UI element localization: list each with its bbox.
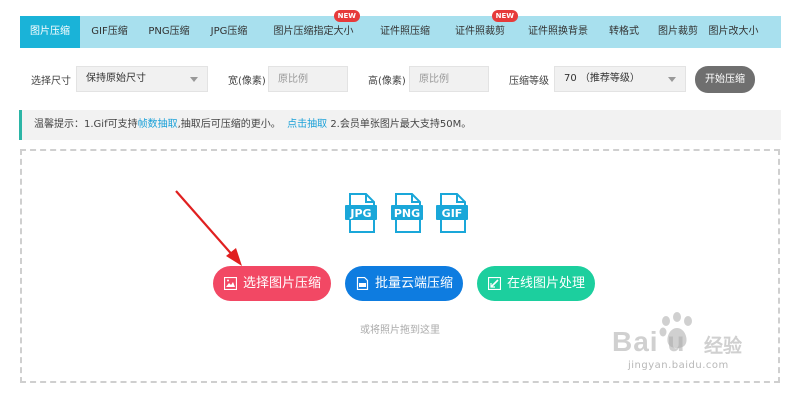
- notice-bar: 温馨提示：1.Gif可支持帧数抽取,抽取后可压缩的更小。 点击抽取 2.会员单张…: [19, 110, 781, 140]
- tab-label: 图片压缩指定大小: [273, 26, 354, 37]
- image-icon: [224, 277, 237, 290]
- tab-label: JPG压缩: [210, 26, 248, 37]
- watermark-subtitle: 经验: [704, 335, 743, 357]
- tab-image-compress[interactable]: 图片压缩: [20, 16, 80, 48]
- tab-convert-format[interactable]: 转格式: [598, 16, 650, 48]
- size-select-value: 保持原始尺寸: [86, 73, 146, 84]
- level-label: 压缩等级: [509, 76, 549, 87]
- select-image-compress-button[interactable]: 选择图片压缩: [213, 266, 331, 301]
- notice-text: 温馨提示：1.Gif可支持: [34, 119, 138, 130]
- tab-bar: 图片压缩 GIF压缩 PNG压缩 JPG压缩 图片压缩指定大小 NEW 证件照压缩…: [20, 10, 781, 48]
- tab-label: PNG压缩: [148, 26, 190, 37]
- gif-file-icon: GIF: [436, 193, 468, 233]
- tab-id-photo-compress[interactable]: 证件照压缩: [368, 16, 442, 48]
- tab-id-photo-crop[interactable]: 证件照裁剪 NEW: [442, 10, 518, 48]
- batch-cloud-compress-button[interactable]: 批量云端压缩: [345, 266, 463, 301]
- width-label: 宽(像素): [228, 76, 266, 87]
- tab-label: 图片裁剪: [658, 26, 698, 37]
- tab-gif-compress[interactable]: GIF压缩: [80, 16, 139, 48]
- size-label: 选择尺寸: [31, 76, 71, 87]
- tab-label: 证件照换背景: [528, 26, 588, 37]
- tab-label: GIF压缩: [91, 26, 128, 37]
- tab-label: 转格式: [609, 26, 639, 37]
- jpg-label: JPG: [349, 207, 371, 220]
- size-select[interactable]: 保持原始尺寸: [76, 66, 208, 92]
- level-select[interactable]: 70 （推荐等级）: [554, 66, 686, 92]
- button-label: 选择图片压缩: [243, 276, 322, 291]
- png-label: PNG: [394, 207, 420, 220]
- chevron-down-icon: [668, 77, 676, 82]
- tab-label: 图片压缩: [30, 26, 70, 37]
- height-input[interactable]: [409, 66, 489, 92]
- tab-image-crop[interactable]: 图片裁剪: [650, 16, 706, 48]
- click-extract-link[interactable]: 点击抽取: [287, 119, 327, 130]
- edit-image-icon: [488, 277, 501, 290]
- tab-label: 图片改大小: [708, 26, 759, 37]
- zip-file-icon: [356, 277, 369, 290]
- button-label: 在线图片处理: [507, 276, 586, 291]
- new-badge: NEW: [491, 10, 518, 22]
- button-label: 批量云端压缩: [375, 276, 454, 291]
- tab-compress-to-size[interactable]: 图片压缩指定大小 NEW: [259, 10, 368, 48]
- watermark-url: jingyan.baidu.com: [628, 360, 729, 371]
- tab-image-resize[interactable]: 图片改大小: [706, 16, 761, 48]
- new-badge: NEW: [333, 10, 360, 22]
- notice-text: ,抽取后可压缩的更小。: [177, 119, 281, 130]
- start-compress-button[interactable]: 开始压缩: [695, 66, 755, 93]
- width-input[interactable]: [268, 66, 348, 92]
- tab-label: 证件照裁剪: [455, 26, 505, 37]
- tab-png-compress[interactable]: PNG压缩: [139, 16, 199, 48]
- gif-label: GIF: [442, 207, 463, 220]
- online-image-process-button[interactable]: 在线图片处理: [477, 266, 595, 301]
- png-file-icon: PNG: [391, 193, 423, 233]
- baidu-paw-icon: [659, 312, 692, 348]
- tab-label: 证件照压缩: [380, 26, 430, 37]
- frame-extract-link[interactable]: 帧数抽取: [138, 119, 178, 130]
- height-label: 高(像素): [368, 76, 406, 87]
- level-select-value: 70 （推荐等级）: [564, 73, 640, 84]
- tab-jpg-compress[interactable]: JPG压缩: [199, 16, 259, 48]
- notice-text: 2.会员单张图片最大支持50M。: [327, 119, 472, 130]
- chevron-down-icon: [190, 77, 198, 82]
- tab-id-photo-background[interactable]: 证件照换背景: [518, 16, 598, 48]
- jpg-file-icon: JPG: [345, 193, 377, 233]
